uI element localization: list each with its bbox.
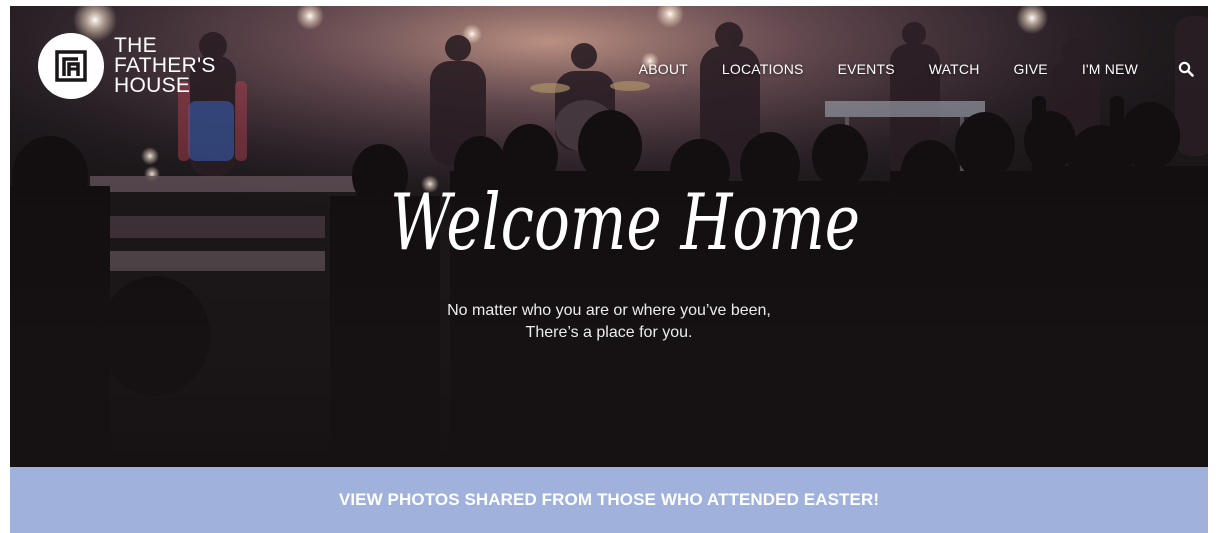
hero-headline: Welcome Home xyxy=(390,178,860,268)
logo-line-3: HOUSE xyxy=(114,74,191,97)
site-logo[interactable]: THE FATHER'S HOUSE xyxy=(38,33,216,99)
easter-photos-banner-label: VIEW PHOTOS SHARED FROM THOSE WHO ATTEND… xyxy=(338,490,880,509)
main-navigation: ABOUT LOCATIONS EVENTS WATCH GIVE I'M NE… xyxy=(605,61,1194,77)
nav-item-give[interactable]: GIVE xyxy=(1014,61,1048,77)
hero-headline-text: Welcome Home xyxy=(390,178,860,268)
easter-photos-banner[interactable]: VIEW PHOTOS SHARED FROM THOSE WHO ATTEND… xyxy=(10,467,1208,533)
search-icon[interactable] xyxy=(1178,61,1194,77)
hero-subtitle-line-1: No matter who you are or where you’ve be… xyxy=(447,302,771,319)
hero-section: THE FATHER'S HOUSE ABOUT LOCATIONS EVENT… xyxy=(10,6,1208,467)
page-frame: THE FATHER'S HOUSE ABOUT LOCATIONS EVENT… xyxy=(10,6,1208,533)
nav-item-events[interactable]: EVENTS xyxy=(838,61,895,77)
logo-emblem-icon xyxy=(38,33,104,99)
nav-item-im-new[interactable]: I'M NEW xyxy=(1082,61,1138,77)
nav-item-about[interactable]: ABOUT xyxy=(639,61,688,77)
logo-wordmark: THE FATHER'S HOUSE xyxy=(114,34,216,97)
logo-line-2: FATHER'S xyxy=(114,54,216,77)
hero-subtitle: No matter who you are or where you’ve be… xyxy=(10,300,1208,344)
hero-subtitle-line-2: There’s a place for you. xyxy=(525,324,693,341)
nav-item-locations[interactable]: LOCATIONS xyxy=(722,61,804,77)
logo-line-1: THE xyxy=(114,34,157,57)
nav-item-watch[interactable]: WATCH xyxy=(929,61,980,77)
fh-monogram-icon xyxy=(55,50,87,82)
